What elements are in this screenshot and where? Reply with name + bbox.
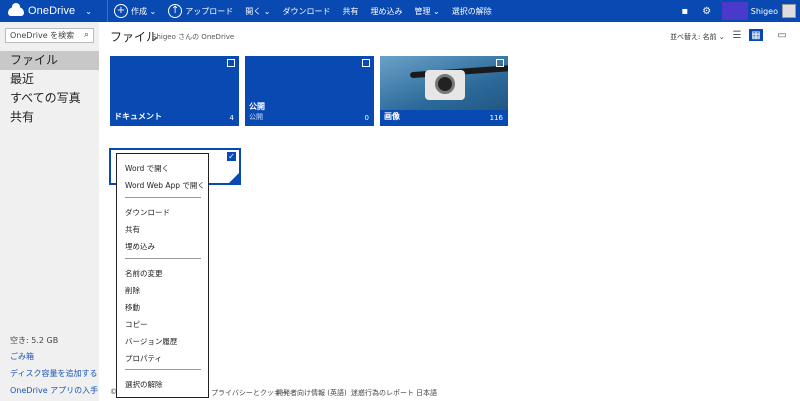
sidebar-item-recent[interactable]: 最近 xyxy=(0,70,99,89)
page-fold-icon xyxy=(227,171,241,185)
footer-copyright: © xyxy=(110,388,117,396)
menu-item-delete[interactable]: 削除 xyxy=(125,285,140,296)
upload-icon: ↑ xyxy=(168,4,183,18)
tile-count: 4 xyxy=(229,114,234,122)
upload-label: アップロード xyxy=(185,6,234,16)
folder-tile-pictures[interactable]: 画像 116 xyxy=(380,56,508,126)
plus-icon: + xyxy=(114,4,128,18)
sidebar-item-files[interactable]: ファイル xyxy=(0,51,99,70)
footer-link-report-abuse[interactable]: 迷惑行為のレポート xyxy=(351,388,414,398)
thumbnail-lens xyxy=(435,74,455,94)
gear-icon[interactable]: ⚙ xyxy=(696,0,718,22)
onedrive-brand[interactable]: OneDrive ⌄ xyxy=(0,0,108,22)
share-label: 共有 xyxy=(342,6,359,16)
command-bar: + 作成 ⌄ ↑ アップロード 開く ⌄ ダウンロード 共有 埋め込み 管理 ⌄… xyxy=(114,0,504,22)
folder-tile-public[interactable]: 公開 公開 0 xyxy=(245,56,374,126)
get-app-link[interactable]: OneDrive アプリの入手 xyxy=(10,385,98,396)
folder-tile-documents[interactable]: ドキュメント 4 xyxy=(110,56,239,126)
breadcrumb[interactable]: Shigeo さんの OneDrive xyxy=(152,32,234,42)
search-icon[interactable]: ⌕ xyxy=(84,30,89,40)
tile-checkbox[interactable] xyxy=(227,59,235,67)
context-menu: Word で開く Word Web App で開く ダウンロード 共有 埋め込み… xyxy=(116,153,209,398)
tile-checkbox[interactable] xyxy=(496,59,504,67)
tile-count: 116 xyxy=(489,114,503,122)
page-title: ファイル xyxy=(110,30,159,44)
embed-label: 埋め込み xyxy=(370,6,403,16)
open-label: 開く ⌄ xyxy=(245,6,271,16)
list-view-icon[interactable]: ☰ xyxy=(730,29,744,41)
user-color-block xyxy=(721,2,748,20)
search-input[interactable]: OneDrive を検索 ⌕ xyxy=(5,28,94,43)
menu-divider xyxy=(125,369,201,370)
download-label: ダウンロード xyxy=(282,6,331,16)
search-placeholder: OneDrive を検索 xyxy=(10,31,75,40)
tile-sublabel: 公開 xyxy=(249,113,263,121)
manage-button[interactable]: 管理 ⌄ xyxy=(415,6,440,17)
chevron-down-icon: ⌄ xyxy=(85,6,92,16)
tile-count: 0 xyxy=(364,114,369,122)
sidebar: OneDrive を検索 ⌕ ファイル 最近 すべての写真 共有 空き: 5.2… xyxy=(0,22,99,401)
tile-label: ドキュメント xyxy=(114,112,162,121)
manage-label: 管理 ⌄ xyxy=(414,6,440,16)
tile-view-icon[interactable]: ▦ xyxy=(749,29,763,41)
chat-icon[interactable]: ▪ xyxy=(674,0,696,22)
tile-label: 公開 xyxy=(249,102,265,111)
upload-button[interactable]: ↑ アップロード xyxy=(168,4,233,18)
clear-selection-label: 選択の解除 xyxy=(451,6,492,16)
open-button[interactable]: 開く ⌄ xyxy=(245,6,270,17)
menu-divider xyxy=(125,258,201,259)
share-button[interactable]: 共有 xyxy=(343,6,359,17)
footer-link-developers[interactable]: 開発者向け情報 (英語) xyxy=(276,388,347,398)
recycle-bin-link[interactable]: ごみ箱 xyxy=(10,351,34,362)
avatar[interactable] xyxy=(782,4,796,18)
user-name[interactable]: Shigeo xyxy=(751,7,778,16)
menu-item-share[interactable]: 共有 xyxy=(125,224,140,235)
create-label: 作成 ⌄ xyxy=(131,6,157,16)
menu-item-properties[interactable]: プロパティ xyxy=(125,353,162,364)
top-right-area: ▪ ⚙ Shigeo xyxy=(674,0,800,22)
top-bar: OneDrive ⌄ + 作成 ⌄ ↑ アップロード 開く ⌄ ダウンロード 共… xyxy=(0,0,800,22)
download-button[interactable]: ダウンロード xyxy=(283,6,331,17)
sidebar-item-all-photos[interactable]: すべての写真 xyxy=(0,89,99,108)
sidebar-nav: ファイル 最近 すべての写真 共有 xyxy=(0,51,99,127)
sort-dropdown[interactable]: 並べ替え: 名前 ⌄ xyxy=(670,32,725,42)
sidebar-item-shared[interactable]: 共有 xyxy=(0,108,99,127)
menu-item-rename[interactable]: 名前の変更 xyxy=(125,268,163,279)
create-button[interactable]: + 作成 ⌄ xyxy=(114,4,156,18)
tile-checkbox[interactable] xyxy=(362,59,370,67)
embed-button[interactable]: 埋め込み xyxy=(371,6,403,17)
clear-selection-button[interactable]: 選択の解除 xyxy=(452,6,492,17)
menu-item-open-in-word[interactable]: Word で開く xyxy=(125,163,169,174)
tile-label: 画像 xyxy=(384,112,400,121)
details-pane-icon[interactable]: ▭ xyxy=(775,29,789,41)
menu-item-embed[interactable]: 埋め込み xyxy=(125,241,155,252)
cloud-icon xyxy=(8,2,24,16)
menu-item-download[interactable]: ダウンロード xyxy=(125,207,170,218)
brand-name: OneDrive xyxy=(28,5,76,17)
menu-item-clear-selection[interactable]: 選択の解除 xyxy=(125,379,163,390)
footer-link-language[interactable]: 日本語 xyxy=(416,388,437,398)
menu-item-copy[interactable]: コピー xyxy=(125,319,148,330)
add-storage-link[interactable]: ディスク容量を追加する xyxy=(10,368,97,379)
menu-item-open-in-word-web-app[interactable]: Word Web App で開く xyxy=(125,180,205,191)
menu-divider xyxy=(125,197,201,198)
storage-free: 空き: 5.2 GB xyxy=(10,336,59,345)
menu-item-move[interactable]: 移動 xyxy=(125,302,140,313)
menu-item-version-history[interactable]: バージョン履歴 xyxy=(125,336,177,347)
checkmark-icon[interactable]: ✓ xyxy=(227,152,236,161)
